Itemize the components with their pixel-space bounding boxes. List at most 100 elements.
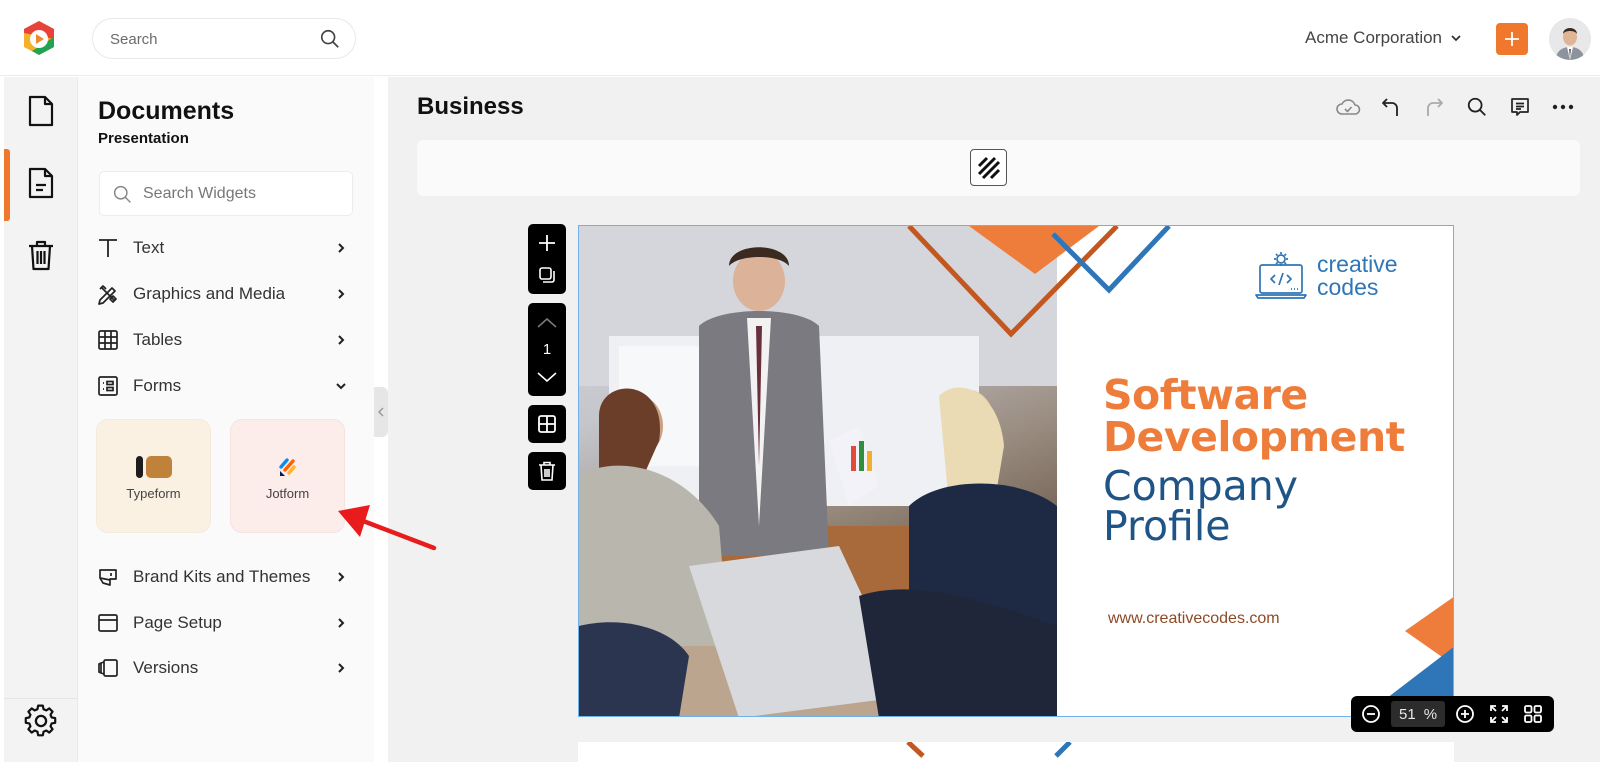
app-logo[interactable] [20, 19, 58, 57]
grid-view-button[interactable] [1519, 700, 1547, 728]
page-navigator: 1 [528, 303, 566, 396]
collapse-panel-handle[interactable] [374, 387, 388, 437]
chevron-down-icon [1451, 35, 1461, 42]
menu-item-brand-kits-and-themes[interactable]: Brand Kits and Themes [96, 557, 350, 597]
zoom-in-icon [1456, 705, 1474, 723]
slide-subheadline[interactable]: Company Profile [1103, 462, 1299, 550]
page-tools: 1 [528, 224, 566, 499]
menu-item-versions[interactable]: Versions [96, 648, 350, 688]
search-icon [113, 185, 131, 203]
file-text-icon [28, 167, 54, 199]
widget-card-jotform[interactable]: Jotform [230, 419, 345, 533]
plus-icon [539, 235, 555, 251]
more-icon [1552, 104, 1574, 110]
rail-item-settings[interactable] [4, 687, 78, 755]
search-document-button[interactable] [1462, 92, 1492, 122]
icon-rail [4, 77, 78, 762]
menu-item-label: Versions [133, 658, 199, 677]
menu-item-forms[interactable]: Forms [96, 366, 350, 406]
global-search[interactable]: Search [92, 18, 356, 59]
widgets-panel: Documents Presentation Search Widgets Te… [78, 77, 374, 762]
zoom-value: 51 [1399, 705, 1416, 723]
duplicate-icon [539, 267, 555, 283]
zoom-out-button[interactable] [1357, 700, 1385, 728]
zoom-controls: 51 % [1351, 696, 1554, 732]
rail-item-presentation[interactable] [4, 149, 78, 221]
slide-canvas[interactable]: creative codes Software Development Comp… [578, 225, 1454, 717]
table-icon [96, 328, 120, 352]
widget-card-label: Typeform [126, 486, 181, 501]
text-icon [96, 236, 120, 260]
menu-item-text[interactable]: Text [96, 228, 350, 268]
page-layout-button[interactable] [528, 405, 566, 443]
zoom-out-icon [1362, 705, 1380, 723]
subheadline-line-1: Company [1103, 462, 1299, 510]
zoom-in-button[interactable] [1451, 700, 1479, 728]
subheadline-line-2: Profile [1103, 502, 1231, 550]
panel-subtitle: Presentation [98, 130, 189, 147]
user-avatar[interactable] [1549, 18, 1591, 60]
graphics-icon [96, 282, 120, 306]
versions-icon [96, 656, 120, 680]
gear-icon [24, 704, 57, 737]
brand-line-1: creative [1317, 251, 1398, 277]
brand-logo[interactable]: creative codes [1255, 250, 1398, 302]
laptop-code-icon [1255, 252, 1307, 299]
menu-item-tables[interactable]: Tables [96, 320, 350, 360]
undo-icon [1382, 98, 1398, 116]
pattern-icon [977, 156, 1000, 179]
pattern-button[interactable] [970, 149, 1007, 186]
page-setup-icon [96, 611, 120, 635]
fit-screen-button[interactable] [1485, 700, 1513, 728]
menu-item-label: Tables [133, 330, 183, 349]
document-title[interactable]: Business [417, 93, 524, 121]
add-page-button[interactable] [528, 227, 566, 259]
rail-item-trash[interactable] [4, 221, 78, 289]
menu-item-label: Text [133, 238, 165, 257]
add-button[interactable] [1496, 23, 1528, 55]
widget-search-input[interactable]: Search Widgets [99, 171, 353, 216]
headline-line-2: Development [1103, 413, 1405, 461]
chevron-down-icon [336, 383, 346, 390]
form-icon [96, 374, 120, 398]
widget-card-label: Jotform [265, 486, 310, 501]
search-icon [1467, 97, 1486, 116]
previous-page-button[interactable] [528, 308, 566, 338]
chevron-right-icon [338, 572, 345, 582]
slide-website[interactable]: www.creativecodes.com [1108, 610, 1280, 628]
chevron-right-icon [338, 289, 345, 299]
more-button[interactable] [1548, 92, 1578, 122]
zoom-level[interactable]: 51 % [1391, 701, 1446, 727]
page-add-duplicate-group [528, 224, 566, 294]
chevron-up-icon [537, 317, 557, 328]
undo-button[interactable] [1376, 92, 1406, 122]
expand-icon [1490, 705, 1508, 723]
widget-search-placeholder: Search Widgets [143, 185, 256, 202]
brand-kit-icon [96, 565, 120, 589]
cloud-check-icon [1336, 99, 1361, 115]
chevron-down-icon [537, 371, 557, 382]
cloud-saved-button[interactable] [1333, 92, 1363, 122]
redo-button[interactable] [1419, 92, 1449, 122]
duplicate-page-button[interactable] [528, 259, 566, 291]
jotform-logo [277, 454, 299, 480]
menu-item-label: Brand Kits and Themes [133, 567, 311, 586]
comments-button[interactable] [1505, 92, 1535, 122]
menu-item-page-setup[interactable]: Page Setup [96, 603, 350, 643]
rail-item-documents[interactable] [4, 77, 78, 145]
redo-icon [1427, 98, 1443, 116]
slide-headline[interactable]: Software Development [1103, 374, 1405, 458]
next-page-button[interactable] [528, 362, 566, 392]
chevron-right-icon [338, 663, 345, 673]
widget-card-typeform[interactable]: Typeform [96, 419, 211, 533]
editor-toolbar [1333, 92, 1578, 122]
chevron-right-icon [338, 243, 345, 253]
search-icon[interactable] [319, 28, 341, 50]
search-placeholder: Search [110, 31, 158, 48]
grid-view-icon [1524, 705, 1542, 723]
delete-page-button[interactable] [528, 452, 566, 490]
next-slide-preview[interactable] [578, 742, 1454, 762]
menu-item-graphics-and-media[interactable]: Graphics and Media [96, 274, 350, 314]
organization-switcher[interactable]: Acme Corporation [1305, 28, 1462, 48]
panel-title: Documents [98, 97, 235, 125]
